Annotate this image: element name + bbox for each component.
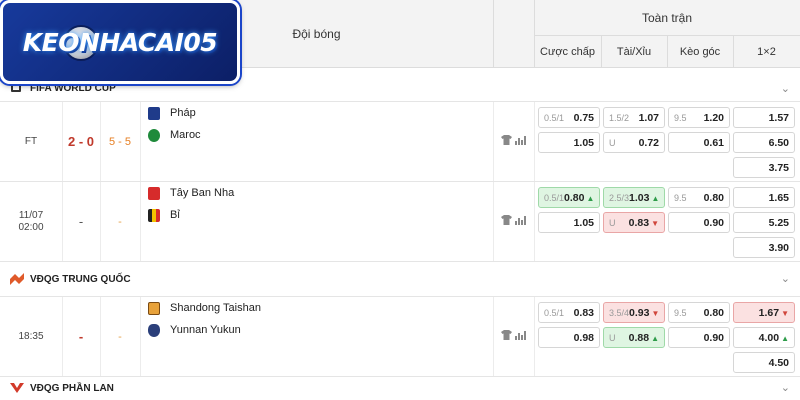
handicap-away-odds[interactable]: 1.05	[538, 132, 600, 153]
handicap-away-odds[interactable]: 0.98	[538, 327, 600, 348]
totals-under-odds[interactable]: U 0.88 ▲	[603, 327, 665, 348]
corner-score: -	[118, 215, 122, 228]
handicap-home-odds[interactable]: 0.5/1 0.80 ▲	[538, 187, 600, 208]
finland-league-icon	[10, 382, 24, 395]
belgium-crest-icon	[148, 208, 160, 222]
away-team[interactable]: Bỉ	[148, 204, 180, 226]
chevron-down-icon[interactable]: ⌄	[781, 82, 790, 95]
corner-score: 5 - 5	[108, 135, 131, 148]
totals-under-odds[interactable]: U 0.83 ▼	[603, 212, 665, 233]
league-name: FIFA WORLD CUP	[30, 82, 116, 94]
stats-icon[interactable]	[515, 135, 526, 148]
arrow-down-icon: ▼	[651, 308, 660, 318]
stats-icon[interactable]	[515, 330, 526, 343]
away-team[interactable]: Maroc	[148, 124, 201, 146]
match-time: 11/07 02:00	[18, 209, 44, 233]
corner-over-odds[interactable]: 9.5 1.20	[668, 107, 730, 128]
1x2-home-odds[interactable]: 1.65	[733, 187, 795, 208]
away-team[interactable]: Yunnan Yukun	[148, 319, 241, 341]
1x2-away-odds[interactable]: 5.25	[733, 212, 795, 233]
shandong-crest-icon	[148, 301, 160, 315]
totals-column-header: Tài/Xỉu	[616, 46, 652, 58]
full-match-header: Toàn trận	[534, 0, 800, 36]
stats-icon[interactable]	[515, 215, 526, 228]
home-team[interactable]: Shandong Taishan	[148, 297, 261, 319]
totals-over-odds[interactable]: 2.5/3 1.03 ▲	[603, 187, 665, 208]
match-tools	[493, 102, 534, 181]
totals-over-odds[interactable]: 1.5/2 1.07	[603, 107, 665, 128]
arrow-up-icon: ▲	[586, 193, 595, 203]
league-name: VĐQG PHẦN LAN	[30, 383, 114, 394]
corner-over-odds[interactable]: 9.5 0.80	[668, 187, 730, 208]
corner-over-odds[interactable]: 9.5 0.80	[668, 302, 730, 323]
chevron-down-icon[interactable]: ⌄	[781, 381, 790, 394]
arrow-down-icon: ▼	[651, 218, 659, 228]
corner-under-odds[interactable]: 0.90	[668, 327, 730, 348]
handicap-home-odds[interactable]: 0.5/1 0.75	[538, 107, 600, 128]
home-team[interactable]: Tây Ban Nha	[148, 182, 234, 204]
site-logo[interactable]: KEONHACAI05	[0, 0, 240, 84]
match-tools	[493, 182, 534, 261]
1x2-draw-odds[interactable]: 3.75	[733, 157, 795, 178]
handicap-column-header: Cược chấp	[540, 46, 595, 58]
corner-under-odds[interactable]: 0.61	[668, 132, 730, 153]
arrow-down-icon: ▼	[781, 308, 789, 318]
shirt-icon[interactable]	[501, 135, 512, 148]
handicap-away-odds[interactable]: 1.05	[538, 212, 600, 233]
morocco-crest-icon	[148, 128, 160, 142]
match-score: -	[78, 214, 84, 229]
1x2-column-header: 1×2	[757, 46, 776, 58]
teams: Shandong Taishan Yunnan Yukun	[140, 297, 493, 376]
match-score: 2 - 0	[67, 134, 94, 149]
logo-text: KEONHACAI05	[22, 27, 218, 57]
match-tools	[493, 297, 534, 376]
league-header[interactable]: VĐQG PHẦN LAN ⌄	[0, 377, 800, 400]
match-row[interactable]: FT 2 - 0 5 - 5 Pháp Maroc 0.5/1 0.75 1.05…	[0, 102, 800, 182]
arrow-up-icon: ▲	[651, 193, 660, 203]
home-team[interactable]: Pháp	[148, 102, 196, 124]
1x2-home-odds[interactable]: 1.57	[733, 107, 795, 128]
match-score: -	[78, 329, 84, 344]
corner-under-odds[interactable]: 0.90	[668, 212, 730, 233]
1x2-draw-odds[interactable]: 4.50	[733, 352, 795, 373]
1x2-away-odds[interactable]: 6.50	[733, 132, 795, 153]
arrow-up-icon: ▲	[781, 333, 789, 343]
totals-over-odds[interactable]: 3.5/4 0.93 ▼	[603, 302, 665, 323]
chevron-down-icon[interactable]: ⌄	[781, 272, 790, 285]
yunnan-crest-icon	[148, 323, 160, 337]
corner-column-header: Kèo góc	[679, 46, 721, 58]
header-divider	[493, 0, 494, 68]
france-crest-icon	[148, 106, 160, 120]
shirt-icon[interactable]	[501, 330, 512, 343]
match-row[interactable]: 11/07 02:00 - - Tây Ban Nha Bỉ 0.5/1 0.80 ▲…	[0, 182, 800, 262]
match-time: FT	[24, 135, 38, 147]
china-league-icon	[10, 273, 24, 285]
1x2-draw-odds[interactable]: 3.90	[733, 237, 795, 258]
corner-score: -	[118, 330, 122, 343]
teams: Tây Ban Nha Bỉ	[140, 182, 493, 261]
arrow-up-icon: ▲	[651, 333, 659, 343]
spain-crest-icon	[148, 186, 160, 200]
totals-under-odds[interactable]: U 0.72	[603, 132, 665, 153]
match-time: 18:35	[18, 330, 44, 342]
handicap-home-odds[interactable]: 0.5/1 0.83	[538, 302, 600, 323]
match-row[interactable]: 18:35 - - Shandong Taishan Yunnan Yukun …	[0, 297, 800, 377]
shirt-icon[interactable]	[501, 215, 512, 228]
league-name: VĐQG TRUNG QUỐC	[30, 273, 131, 285]
league-header[interactable]: VĐQG TRUNG QUỐC ⌄	[0, 262, 800, 297]
1x2-away-odds[interactable]: 4.00 ▲	[733, 327, 795, 348]
1x2-home-odds[interactable]: 1.67 ▼	[733, 302, 795, 323]
teams: Pháp Maroc	[140, 102, 493, 181]
